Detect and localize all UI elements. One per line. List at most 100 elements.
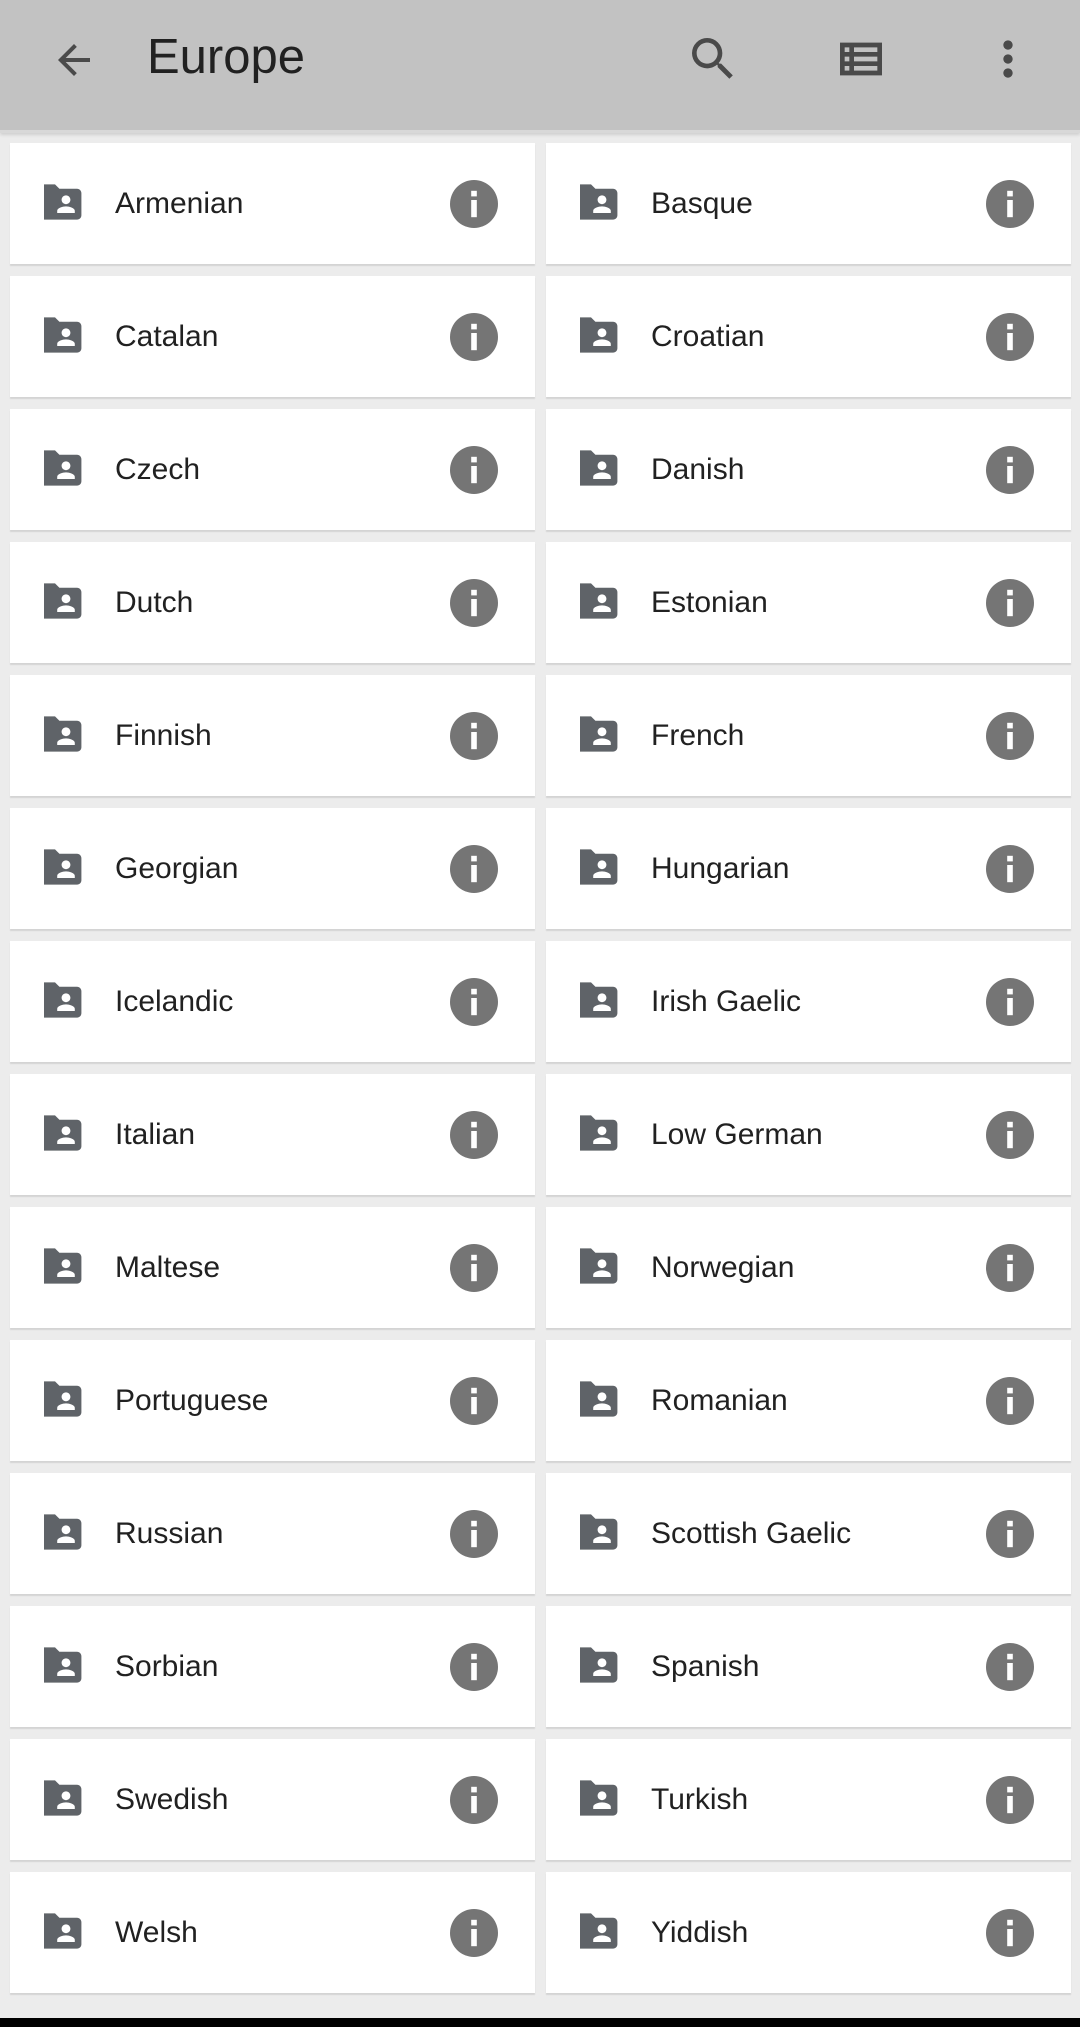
info-icon[interactable] xyxy=(986,579,1034,627)
info-icon[interactable] xyxy=(450,1244,498,1292)
language-card-hungarian[interactable]: Hungarian xyxy=(546,808,1071,929)
folder-shared-icon xyxy=(44,716,82,752)
folder-shared-icon xyxy=(580,184,618,220)
language-label: Finnish xyxy=(115,719,212,752)
info-icon[interactable] xyxy=(986,313,1034,361)
language-card-irish-gaelic[interactable]: Irish Gaelic xyxy=(546,941,1071,1062)
info-icon[interactable] xyxy=(986,978,1034,1026)
language-label: Maltese xyxy=(115,1251,221,1284)
more-options-button[interactable] xyxy=(976,27,1040,91)
info-icon[interactable] xyxy=(986,1510,1034,1558)
language-card-italian[interactable]: Italian xyxy=(10,1074,535,1195)
info-icon[interactable] xyxy=(450,1111,498,1159)
language-card-turkish[interactable]: Turkish xyxy=(546,1739,1071,1860)
language-card-russian[interactable]: Russian xyxy=(10,1473,535,1594)
folder-shared-icon xyxy=(44,450,82,486)
view-toggle-button[interactable] xyxy=(829,27,893,91)
info-icon[interactable] xyxy=(450,712,498,760)
language-label: Sorbian xyxy=(115,1650,219,1683)
folder-shared-icon xyxy=(44,1514,82,1550)
info-icon[interactable] xyxy=(450,845,498,893)
info-icon[interactable] xyxy=(450,1377,498,1425)
info-icon[interactable] xyxy=(450,978,498,1026)
list-view-icon xyxy=(840,42,882,76)
folder-shared-icon xyxy=(580,982,618,1018)
folder-shared-icon xyxy=(580,1115,618,1151)
language-card-low-german[interactable]: Low German xyxy=(546,1074,1071,1195)
language-label: Italian xyxy=(115,1118,196,1151)
language-card-armenian[interactable]: Armenian xyxy=(10,143,535,264)
language-card-basque[interactable]: Basque xyxy=(546,143,1071,264)
info-icon[interactable] xyxy=(450,180,498,228)
more-vert-icon xyxy=(1003,40,1013,78)
info-icon[interactable] xyxy=(986,1111,1034,1159)
info-icon[interactable] xyxy=(986,712,1034,760)
app-bar: Europe xyxy=(0,0,1080,133)
info-icon[interactable] xyxy=(450,1510,498,1558)
language-card-romanian[interactable]: Romanian xyxy=(546,1340,1071,1461)
folder-shared-icon xyxy=(580,317,618,353)
language-card-georgian[interactable]: Georgian xyxy=(10,808,535,929)
language-label: Scottish Gaelic xyxy=(651,1517,852,1550)
language-label: Low German xyxy=(651,1118,823,1151)
info-icon[interactable] xyxy=(986,1776,1034,1824)
language-label: Hungarian xyxy=(651,852,790,885)
language-label: Estonian xyxy=(651,586,768,619)
folder-shared-icon xyxy=(580,1647,618,1683)
info-icon[interactable] xyxy=(986,446,1034,494)
language-card-croatian[interactable]: Croatian xyxy=(546,276,1071,397)
language-card-french[interactable]: French xyxy=(546,675,1071,796)
language-card-welsh[interactable]: Welsh xyxy=(10,1872,535,1993)
language-card-estonian[interactable]: Estonian xyxy=(546,542,1071,663)
folder-shared-icon xyxy=(580,1248,618,1284)
language-label: Czech xyxy=(115,453,201,486)
folder-shared-icon xyxy=(580,849,618,885)
language-card-scottish-gaelic[interactable]: Scottish Gaelic xyxy=(546,1473,1071,1594)
language-card-icelandic[interactable]: Icelandic xyxy=(10,941,535,1062)
language-card-czech[interactable]: Czech xyxy=(10,409,535,530)
info-icon[interactable] xyxy=(450,579,498,627)
folder-shared-icon xyxy=(44,583,82,619)
language-label: Catalan xyxy=(115,320,219,353)
language-card-dutch[interactable]: Dutch xyxy=(10,542,535,663)
search-icon xyxy=(692,38,733,79)
info-icon[interactable] xyxy=(986,845,1034,893)
language-card-catalan[interactable]: Catalan xyxy=(10,276,535,397)
language-label: Basque xyxy=(651,187,753,220)
language-label: Danish xyxy=(651,453,745,486)
info-icon[interactable] xyxy=(450,1643,498,1691)
folder-shared-icon xyxy=(44,982,82,1018)
language-label: Portuguese xyxy=(115,1384,269,1417)
info-icon[interactable] xyxy=(986,1909,1034,1957)
language-card-spanish[interactable]: Spanish xyxy=(546,1606,1071,1727)
folder-shared-icon xyxy=(580,1514,618,1550)
language-card-swedish[interactable]: Swedish xyxy=(10,1739,535,1860)
language-card-maltese[interactable]: Maltese xyxy=(10,1207,535,1328)
info-icon[interactable] xyxy=(450,313,498,361)
info-icon[interactable] xyxy=(986,1244,1034,1292)
language-card-portuguese[interactable]: Portuguese xyxy=(10,1340,535,1461)
folder-shared-icon xyxy=(44,849,82,885)
info-icon[interactable] xyxy=(986,180,1034,228)
info-icon[interactable] xyxy=(450,1776,498,1824)
info-icon[interactable] xyxy=(986,1643,1034,1691)
language-label: Armenian xyxy=(115,187,244,220)
language-label: Dutch xyxy=(115,586,194,619)
folder-shared-icon xyxy=(44,184,82,220)
language-label: Spanish xyxy=(651,1650,760,1683)
language-card-yiddish[interactable]: Yiddish xyxy=(546,1872,1071,1993)
language-label: Swedish xyxy=(115,1783,229,1816)
search-button[interactable] xyxy=(681,27,745,91)
language-card-danish[interactable]: Danish xyxy=(546,409,1071,530)
language-label: Welsh xyxy=(115,1916,198,1949)
info-icon[interactable] xyxy=(450,1909,498,1957)
folder-shared-icon xyxy=(44,1248,82,1284)
language-card-sorbian[interactable]: Sorbian xyxy=(10,1606,535,1727)
info-icon[interactable] xyxy=(986,1377,1034,1425)
language-card-finnish[interactable]: Finnish xyxy=(10,675,535,796)
language-card-norwegian[interactable]: Norwegian xyxy=(546,1207,1071,1328)
language-label: French xyxy=(651,719,745,752)
info-icon[interactable] xyxy=(450,446,498,494)
folder-shared-icon xyxy=(580,1780,618,1816)
back-button[interactable] xyxy=(44,30,104,90)
